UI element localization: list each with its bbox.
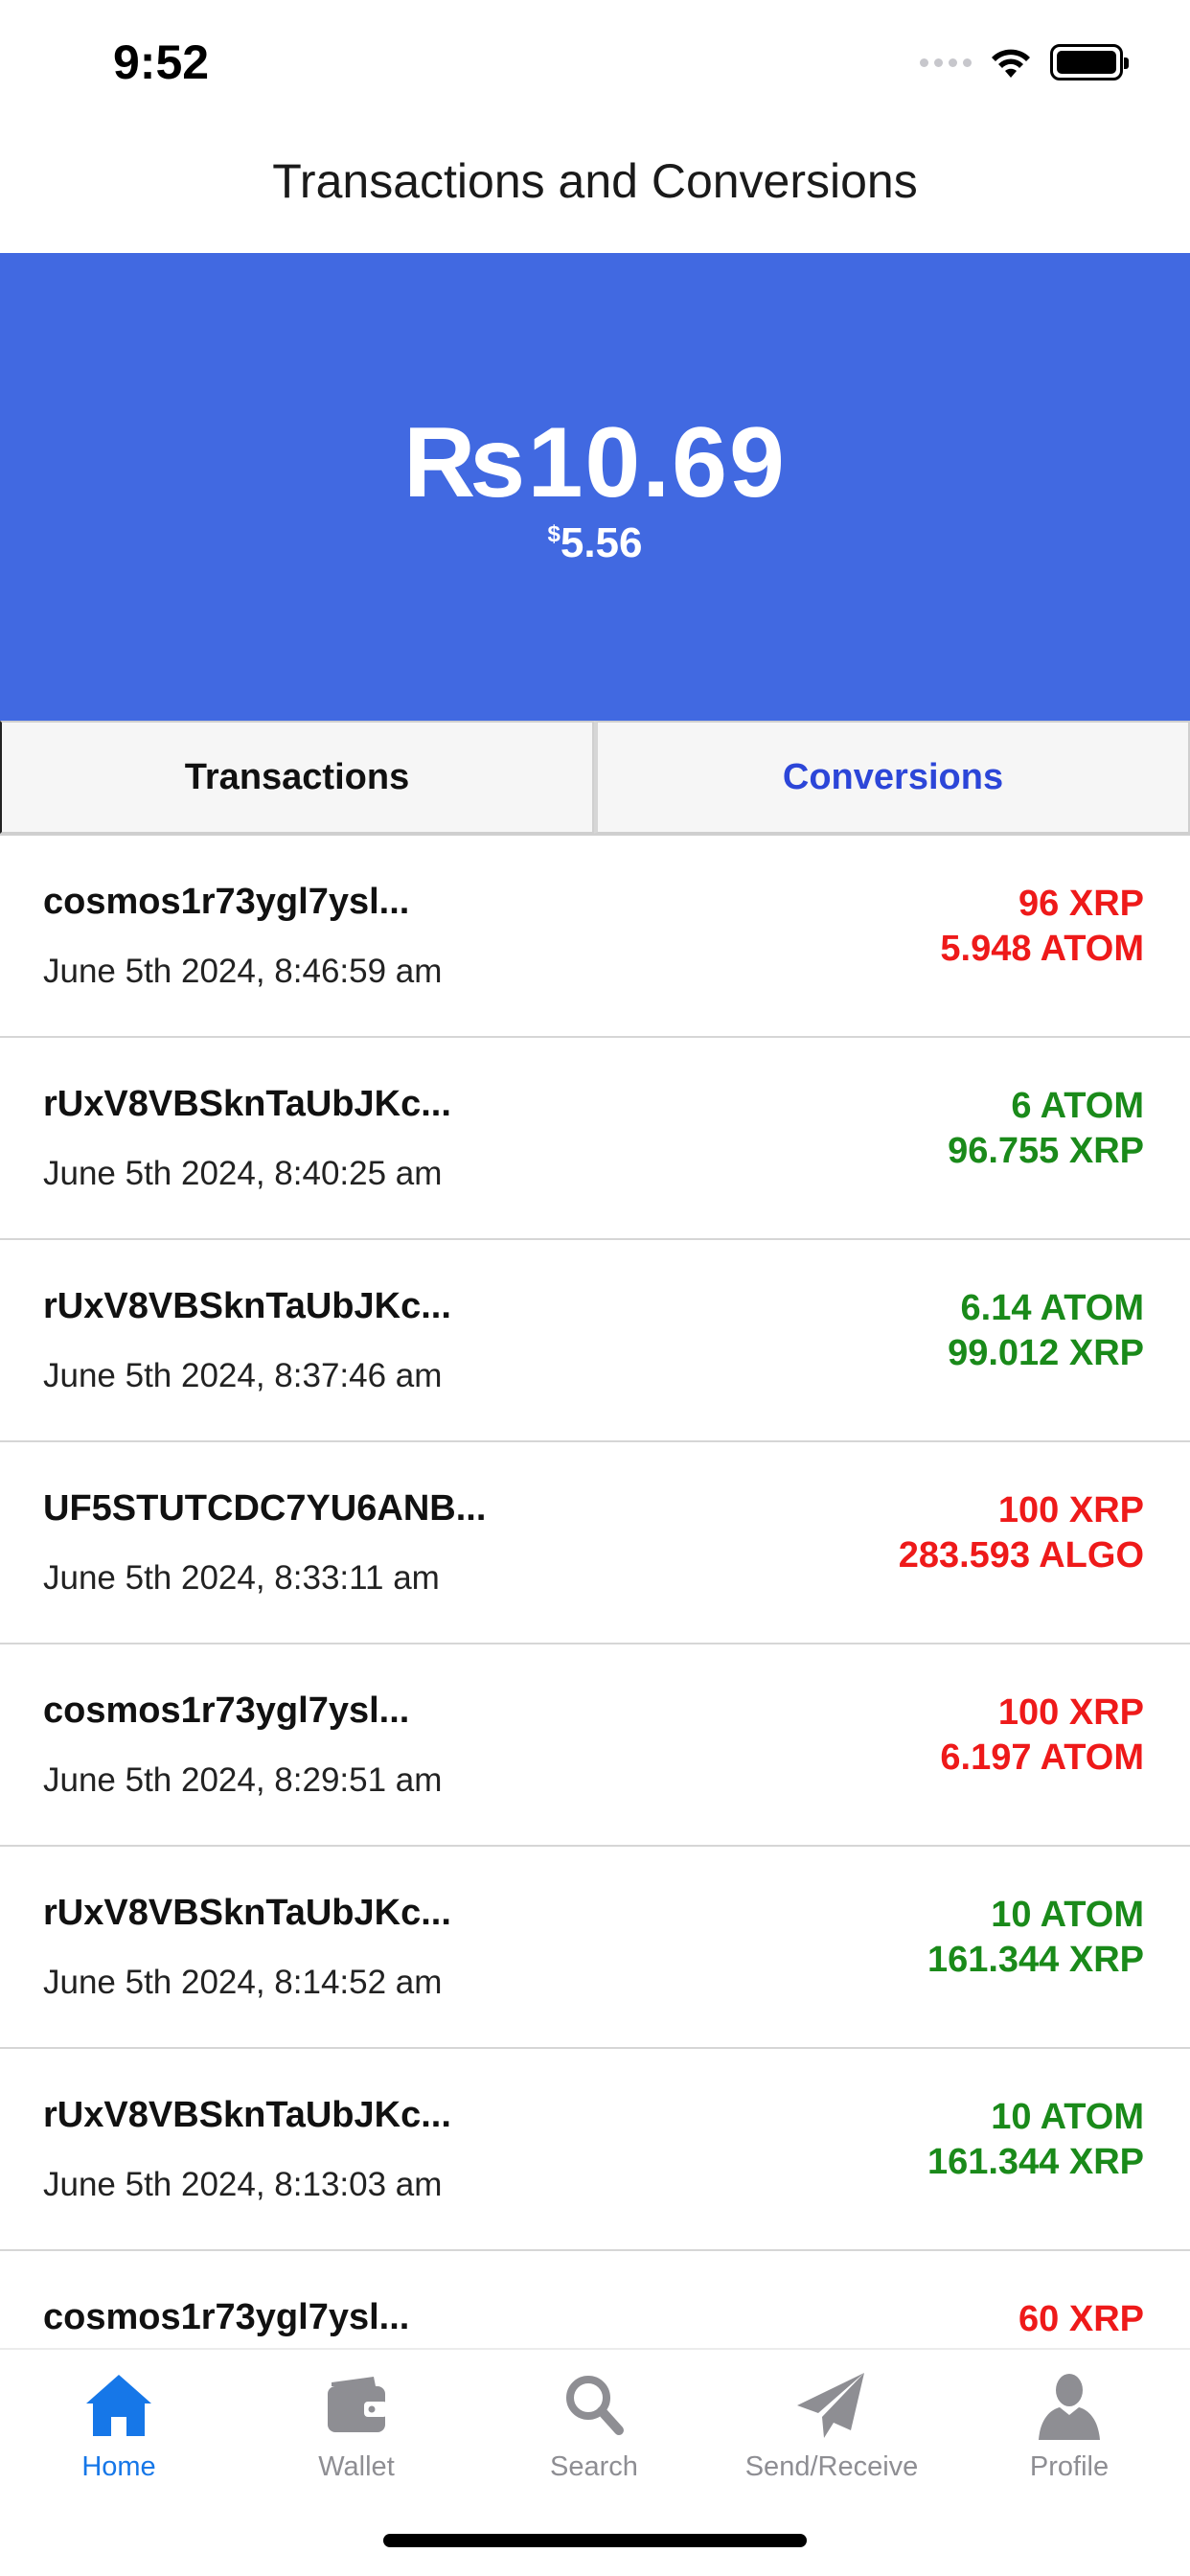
transaction-date: June 5th 2024, 8:14:52 am xyxy=(43,1964,443,2001)
wifi-icon xyxy=(992,49,1030,78)
transaction-date: June 5th 2024, 8:13:03 am xyxy=(43,2166,443,2203)
status-icons xyxy=(920,44,1129,80)
amount-secondary: 161.344 XRP xyxy=(927,2142,1144,2182)
tabbar-profile[interactable]: Profile xyxy=(950,2367,1188,2483)
transaction-row[interactable]: cosmos1r73ygl7ysl... 60 XRP xyxy=(0,2251,1190,2348)
transaction-amounts: 6.14 ATOM 99.012 XRP xyxy=(948,1286,1144,1376)
transaction-date: June 5th 2024, 8:29:51 am xyxy=(43,1761,443,1799)
usd-value: 5.56 xyxy=(560,519,643,566)
transaction-row[interactable]: rUxV8VBSknTaUbJKc... June 5th 2024, 8:40… xyxy=(0,1038,1190,1240)
user-icon xyxy=(1039,2374,1100,2440)
transaction-address: rUxV8VBSknTaUbJKc... xyxy=(43,1084,451,1124)
transaction-date: June 5th 2024, 8:33:11 am xyxy=(43,1559,440,1597)
page-title: Transactions and Conversions xyxy=(272,154,918,208)
cellular-signal-icon xyxy=(920,58,972,67)
tab-transactions[interactable]: Transactions xyxy=(0,721,594,834)
tab-conversions[interactable]: Conversions xyxy=(594,721,1190,834)
transaction-row[interactable]: rUxV8VBSknTaUbJKc... June 5th 2024, 8:13… xyxy=(0,2049,1190,2251)
tabbar-search[interactable]: Search xyxy=(475,2367,713,2483)
amount-secondary: 99.012 XRP xyxy=(948,1333,1144,1373)
amount-secondary: 5.948 ATOM xyxy=(940,929,1144,969)
battery-icon xyxy=(1050,44,1129,80)
tabbar-send-receive[interactable]: Send/Receive xyxy=(713,2367,950,2483)
tabbar-label: Search xyxy=(550,2451,638,2482)
amount-primary: 60 XRP xyxy=(1018,2299,1144,2339)
transaction-address: rUxV8VBSknTaUbJKc... xyxy=(43,1893,451,1933)
amount-secondary: 6.197 ATOM xyxy=(940,1737,1144,1778)
transaction-row[interactable]: rUxV8VBSknTaUbJKc... June 5th 2024, 8:14… xyxy=(0,1847,1190,2049)
tabbar-wallet[interactable]: Wallet xyxy=(238,2367,475,2483)
search-icon xyxy=(566,2376,624,2435)
transaction-date: June 5th 2024, 8:37:46 am xyxy=(43,1357,443,1394)
transaction-amounts: 100 XRP 6.197 ATOM xyxy=(940,1690,1144,1781)
transaction-address: cosmos1r73ygl7ysl... xyxy=(43,1690,410,1731)
status-bar: 9:52 xyxy=(0,0,1190,134)
transaction-address: rUxV8VBSknTaUbJKc... xyxy=(43,1286,451,1326)
transaction-row[interactable]: rUxV8VBSknTaUbJKc... June 5th 2024, 8:37… xyxy=(0,1240,1190,1442)
tabbar-label: Home xyxy=(81,2451,156,2482)
paper-plane-icon xyxy=(797,2373,864,2438)
tabbar-label: Send/Receive xyxy=(744,2451,919,2482)
home-icon xyxy=(86,2375,151,2436)
amount-primary: 96 XRP xyxy=(1018,884,1144,924)
transaction-list: cosmos1r73ygl7ysl... June 5th 2024, 8:46… xyxy=(0,836,1190,2348)
tabbar-home[interactable]: Home xyxy=(0,2367,238,2483)
transaction-address: cosmos1r73ygl7ysl... xyxy=(43,882,410,922)
transaction-amounts: 96 XRP 5.948 ATOM xyxy=(940,882,1144,972)
amount-primary: 100 XRP xyxy=(997,1692,1144,1733)
transaction-address: rUxV8VBSknTaUbJKc... xyxy=(43,2095,451,2135)
transaction-address: cosmos1r73ygl7ysl... xyxy=(43,2297,410,2337)
transaction-amounts: 10 ATOM 161.344 XRP xyxy=(927,2095,1144,2185)
transaction-address: UF5STUTCDC7YU6ANB... xyxy=(43,1488,487,1529)
transaction-amounts: 10 ATOM 161.344 XRP xyxy=(927,1893,1144,1983)
amount-primary: 6.14 ATOM xyxy=(960,1288,1144,1328)
balance-banner: ₨10.69 $5.56 xyxy=(0,253,1190,721)
wallet-icon xyxy=(328,2377,387,2432)
transaction-amounts: 100 XRP 283.593 ALGO xyxy=(899,1488,1144,1578)
status-time: 9:52 xyxy=(113,35,210,89)
amount-primary: 10 ATOM xyxy=(991,1895,1144,1935)
amount-secondary: 283.593 ALGO xyxy=(898,1535,1144,1576)
transaction-row[interactable]: cosmos1r73ygl7ysl... June 5th 2024, 8:29… xyxy=(0,1644,1190,1847)
tabbar-label: Profile xyxy=(1029,2451,1110,2482)
transaction-amounts: 60 XRP xyxy=(1018,2297,1144,2342)
amount-primary: 10 ATOM xyxy=(991,2097,1144,2137)
usd-symbol: $ xyxy=(547,521,561,547)
transaction-row[interactable]: cosmos1r73ygl7ysl... June 5th 2024, 8:46… xyxy=(0,836,1190,1038)
segmented-tabs: Transactions Conversions xyxy=(0,721,1190,836)
transaction-date: June 5th 2024, 8:40:25 am xyxy=(43,1155,443,1192)
balance-usd: $5.56 xyxy=(0,519,1190,567)
amount-primary: 6 ATOM xyxy=(1011,1086,1144,1126)
balance-amount: ₨10.69 xyxy=(403,407,787,518)
transaction-row[interactable]: UF5STUTCDC7YU6ANB... June 5th 2024, 8:33… xyxy=(0,1442,1190,1644)
tabbar-label: Wallet xyxy=(318,2451,395,2482)
amount-secondary: 96.755 XRP xyxy=(948,1131,1144,1171)
transaction-date: June 5th 2024, 8:46:59 am xyxy=(43,953,443,990)
amount-secondary: 161.344 XRP xyxy=(927,1940,1144,1980)
home-indicator[interactable] xyxy=(383,2534,807,2547)
amount-primary: 100 XRP xyxy=(997,1490,1144,1530)
transaction-amounts: 6 ATOM 96.755 XRP xyxy=(948,1084,1144,1174)
